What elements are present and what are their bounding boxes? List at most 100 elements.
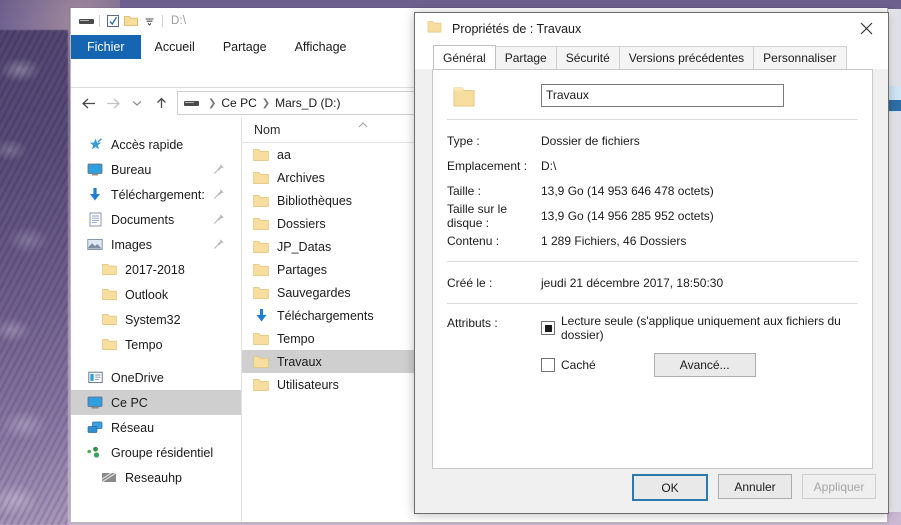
tab-accueil[interactable]: Accueil — [141, 35, 209, 59]
documents-icon — [85, 212, 105, 228]
sidebar-item-system32[interactable]: System32 — [71, 307, 241, 332]
list-item-label: Utilisateurs — [277, 377, 339, 392]
pin-icon[interactable] — [213, 163, 225, 178]
tab-partage[interactable]: Partage — [494, 46, 557, 69]
cancel-button[interactable]: Annuler — [718, 474, 792, 499]
checkbox-row-cache[interactable]: Caché Avancé... — [541, 353, 872, 377]
sidebar-item-ce-pc[interactable]: Ce PC — [71, 390, 241, 415]
tab-fichier[interactable]: Fichier — [71, 35, 141, 59]
list-item-label: JP_Datas — [277, 239, 332, 254]
up-button[interactable] — [149, 91, 173, 115]
readonly-checkbox[interactable] — [541, 321, 555, 335]
checkbox-indeterminate-fill — [544, 324, 552, 332]
sidebar-label: Outlook — [125, 287, 169, 302]
close-icon[interactable] — [844, 13, 888, 44]
tab-affichage[interactable]: Affichage — [281, 35, 361, 59]
pin-icon[interactable] — [213, 188, 225, 203]
drive-icon — [184, 98, 199, 109]
pin-icon[interactable] — [213, 213, 225, 228]
folder-icon — [250, 353, 272, 370]
forward-button[interactable] — [101, 91, 125, 115]
folder-name-row: Travaux — [433, 70, 872, 119]
sidebar-item-telechargements[interactable]: Téléchargement: — [71, 182, 241, 207]
folder-icon — [250, 261, 272, 278]
sidebar-item-onedrive[interactable]: OneDrive — [71, 365, 241, 390]
sidebar-item-bureau[interactable]: Bureau — [71, 157, 241, 182]
network-icon — [85, 420, 105, 436]
dialog-title-bar[interactable]: Propriétés de : Travaux — [415, 13, 888, 45]
sidebar-item-documents[interactable]: Documents — [71, 207, 241, 232]
sidebar-item-images[interactable]: Images — [71, 232, 241, 257]
property-row-taille-disque: Taille sur le disque : 13,9 Go (14 956 2… — [433, 201, 872, 230]
pin-icon[interactable] — [213, 238, 225, 253]
advanced-button[interactable]: Avancé... — [653, 353, 756, 377]
onedrive-icon — [85, 370, 105, 386]
sidebar-label: Ce PC — [111, 395, 148, 410]
property-value: jeudi 21 décembre 2017, 18:50:30 — [541, 275, 724, 290]
sidebar-item-reseauhp[interactable]: Reseauhp — [71, 465, 241, 490]
property-value: 1 289 Fichiers, 46 Dossiers — [541, 233, 687, 248]
tab-personnaliser[interactable]: Personnaliser — [753, 46, 847, 69]
property-value: Dossier de fichiers — [541, 133, 640, 148]
wallpaper-pine-tree — [0, 30, 68, 525]
sidebar-item-acces-rapide[interactable]: Accès rapide — [71, 132, 241, 157]
property-row-taille: Taille : 13,9 Go (14 953 646 478 octets) — [433, 178, 872, 203]
list-item-label: Sauvegardes — [277, 285, 351, 300]
apply-button: Appliquer — [802, 474, 876, 499]
drive-icon[interactable] — [77, 13, 95, 29]
breadcrumb-separator: ❯ — [208, 97, 217, 109]
sidebar-item-tempo[interactable]: Tempo — [71, 332, 241, 357]
sidebar-item-groupe-residentiel[interactable]: Groupe résidentiel — [71, 440, 241, 465]
dialog-title-text: Propriétés de : Travaux — [452, 22, 582, 36]
breadcrumb-mars-d[interactable]: Mars_D (D:) — [275, 96, 340, 110]
tab-partage[interactable]: Partage — [209, 35, 281, 59]
sidebar-item-reseau[interactable]: Réseau — [71, 415, 241, 440]
properties-checkbox-icon[interactable] — [104, 13, 122, 29]
folder-icon — [250, 215, 272, 232]
property-value: 13,9 Go (14 953 646 478 octets) — [541, 183, 714, 198]
property-label: Taille sur le disque : — [447, 201, 508, 230]
sidebar-item-outlook[interactable]: Outlook — [71, 282, 241, 307]
download-arrow-icon — [85, 187, 105, 203]
property-row-type: Type : Dossier de fichiers — [433, 128, 872, 153]
attributes-section: Attributs : Lecture seule (s'applique un… — [433, 304, 872, 388]
property-value: 13,9 Go (14 956 285 952 octets) — [541, 208, 714, 223]
property-label: Contenu : — [447, 233, 500, 248]
folder-icon — [250, 146, 272, 163]
recent-locations-button[interactable] — [125, 91, 149, 115]
general-tab-panel: Travaux Type : Dossier de fichiers Empla… — [432, 69, 873, 469]
toolbar-divider-2 — [162, 15, 163, 27]
sidebar-item-2017-2018[interactable]: 2017-2018 — [71, 257, 241, 282]
back-button[interactable] — [77, 91, 101, 115]
checkbox-label: Caché — [561, 358, 596, 372]
property-row-emplacement: Emplacement : D:\ — [433, 153, 872, 178]
column-header-nom[interactable]: Nom — [242, 123, 280, 137]
tab-versions-precedentes[interactable]: Versions précédentes — [618, 46, 755, 69]
list-item-label: Travaux — [277, 354, 322, 369]
ok-button[interactable]: OK — [632, 474, 708, 501]
sidebar-label: System32 — [125, 312, 181, 327]
homegroup-icon — [85, 445, 105, 461]
hidden-checkbox[interactable] — [541, 358, 555, 372]
list-item-label: Téléchargements — [277, 308, 374, 323]
folder-name-input[interactable]: Travaux — [541, 84, 784, 107]
breadcrumb-ce-pc[interactable]: Ce PC — [221, 96, 256, 110]
tab-general[interactable]: Général — [433, 45, 496, 69]
tab-securite[interactable]: Sécurité — [555, 46, 620, 69]
sidebar-label: Bureau — [111, 162, 152, 177]
chevron-down-icon[interactable] — [140, 13, 158, 29]
dialog-button-row: OK Annuler Appliquer — [632, 474, 876, 501]
new-folder-icon[interactable] — [122, 13, 140, 29]
properties-dialog: Propriétés de : Travaux Général Partage … — [414, 12, 889, 514]
checkbox-label: Lecture seule (s'applique uniquement aux… — [561, 314, 841, 342]
sidebar-label: Groupe résidentiel — [111, 445, 214, 460]
folder-icon — [250, 169, 272, 186]
list-item-label: Archives — [277, 170, 325, 185]
navigation-pane: Accès rapide Bureau Téléchargement: Docu… — [71, 118, 241, 522]
checkbox-row-lecture-seule[interactable]: Lecture seule (s'applique uniquement aux… — [541, 314, 872, 342]
